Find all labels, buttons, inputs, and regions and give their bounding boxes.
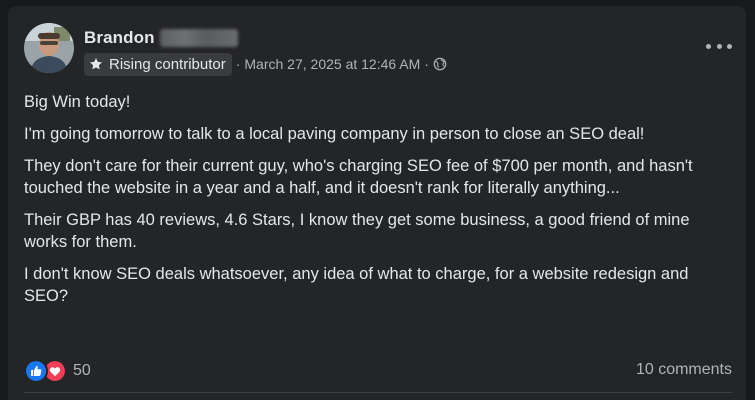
reaction-count: 50 xyxy=(73,362,91,379)
reactions-summary[interactable]: 50 xyxy=(24,359,91,383)
badge-label: Rising contributor xyxy=(109,55,226,73)
author-name[interactable]: Brandon xyxy=(84,28,155,48)
author-row: Brandon xyxy=(84,26,238,50)
post-timestamp[interactable]: March 27, 2025 at 12:46 AM xyxy=(244,56,420,72)
globe-icon[interactable] xyxy=(433,57,447,71)
post-paragraph: Their GBP has 40 reviews, 4.6 Stars, I k… xyxy=(24,211,690,251)
meta-separator: · xyxy=(235,56,241,72)
post-meta: Rising contributor · March 27, 2025 at 1… xyxy=(84,52,447,76)
redacted-surname xyxy=(159,29,238,47)
comments-count[interactable]: 10 comments xyxy=(636,361,732,379)
profile-photo-icon xyxy=(24,23,74,73)
more-dot xyxy=(727,43,732,49)
meta-separator: · xyxy=(424,56,429,72)
post-body: Big Win today! I'm going tomorrow to tal… xyxy=(24,91,736,317)
post-paragraph: Big Win today! xyxy=(24,93,131,111)
avatar[interactable] xyxy=(24,23,74,73)
more-options-icon[interactable] xyxy=(706,36,732,56)
contributor-badge[interactable]: Rising contributor xyxy=(84,52,232,76)
post-paragraph: I don't know SEO deals whatsoever, any i… xyxy=(24,265,689,305)
post-card: Brandon Rising contributor · March 27, 2… xyxy=(8,6,746,400)
post-paragraph: They don't care for their current guy, w… xyxy=(24,157,693,197)
like-icon xyxy=(24,359,48,383)
star-icon xyxy=(90,58,102,70)
divider xyxy=(24,392,732,393)
page: Brandon Rising contributor · March 27, 2… xyxy=(0,0,755,400)
more-dot xyxy=(706,43,711,49)
more-dot xyxy=(716,43,722,49)
post-paragraph: I'm going tomorrow to talk to a local pa… xyxy=(24,125,645,143)
